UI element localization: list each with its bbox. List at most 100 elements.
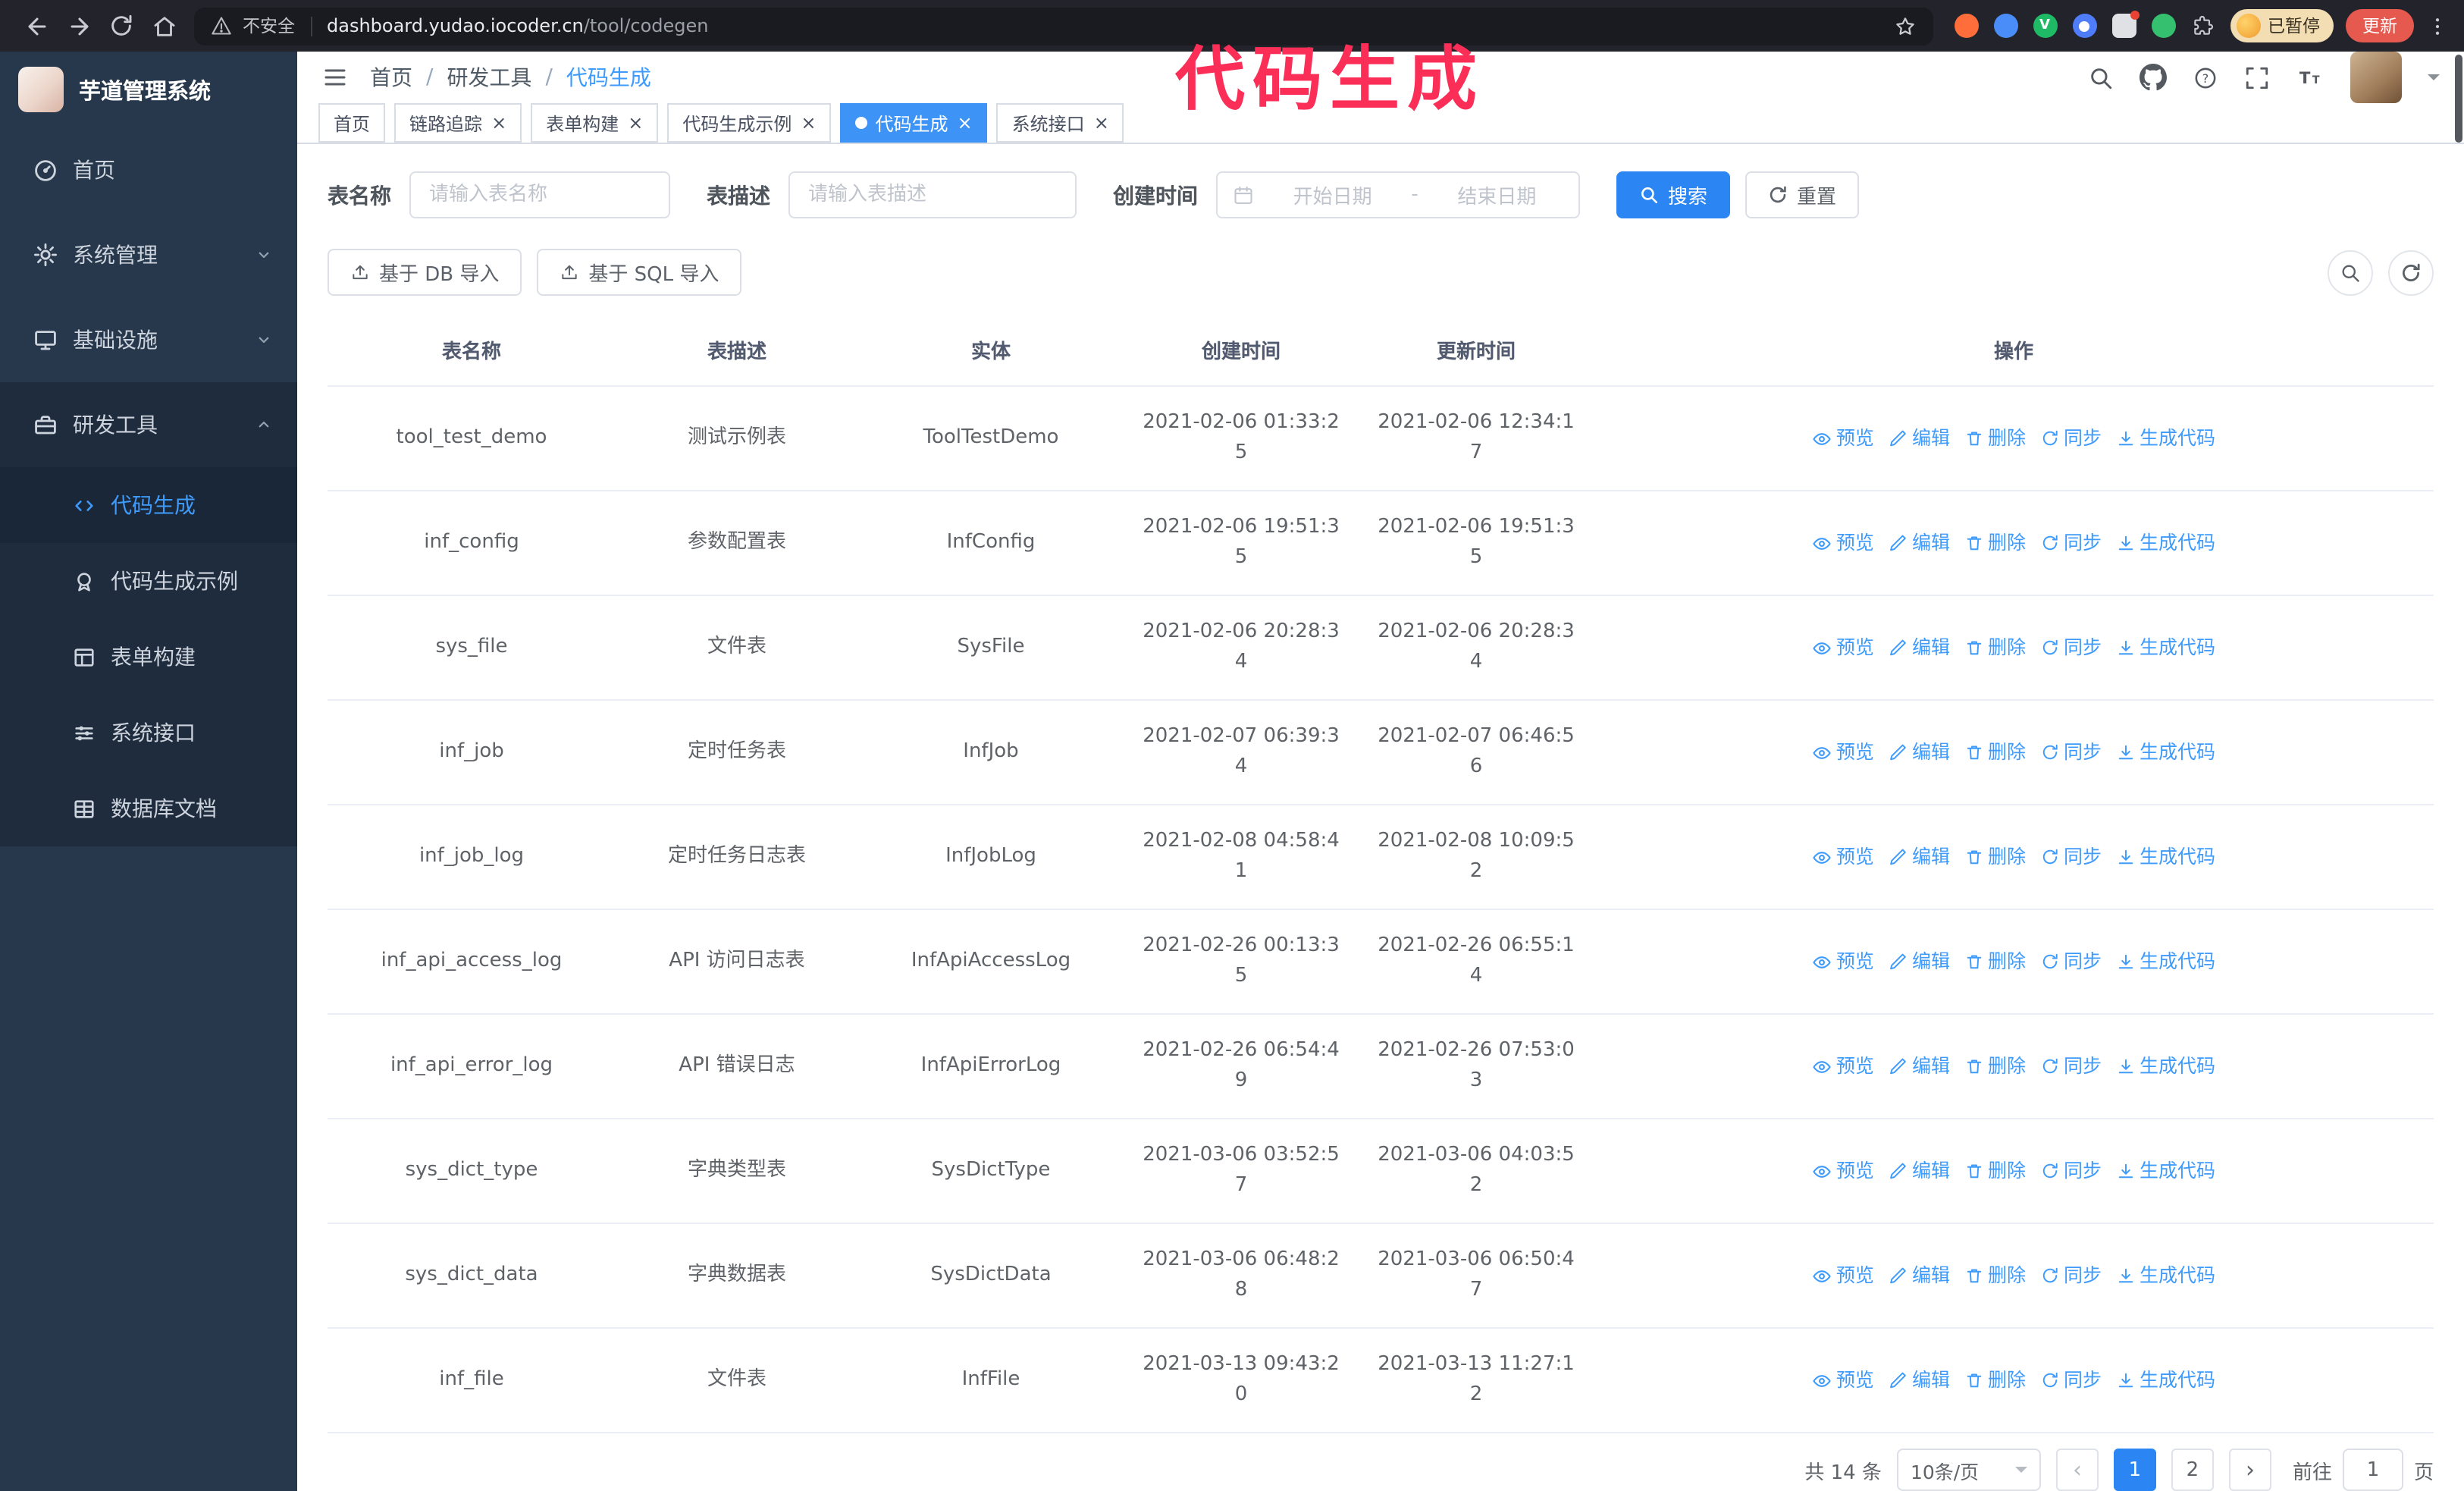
sync-link[interactable]: 同步	[2041, 1365, 2102, 1395]
preview-link[interactable]: 预览	[1812, 737, 1874, 767]
date-range-picker[interactable]: 开始日期 - 结束日期	[1216, 171, 1580, 218]
edit-link[interactable]: 编辑	[1889, 737, 1950, 767]
sync-link[interactable]: 同步	[2041, 528, 2102, 558]
page-size-select[interactable]: 10条/页	[1896, 1449, 2041, 1491]
sidebar-item-system-api[interactable]: 系统接口	[0, 695, 297, 771]
sidebar-item-infrastructure[interactable]: 基础设施	[0, 297, 297, 382]
generate-code-link[interactable]: 生成代码	[2117, 946, 2215, 977]
sidebar-item-devtools[interactable]: 研发工具	[0, 382, 297, 467]
preview-link[interactable]: 预览	[1812, 1365, 1874, 1395]
tab-tracing[interactable]: 链路追踪	[394, 103, 522, 143]
font-size-icon[interactable]: TT	[2296, 64, 2324, 90]
edit-link[interactable]: 编辑	[1889, 1156, 1950, 1186]
close-icon[interactable]	[1094, 114, 1109, 132]
delete-link[interactable]: 删除	[1965, 528, 2026, 558]
generate-code-link[interactable]: 生成代码	[2117, 1051, 2215, 1081]
edit-link[interactable]: 编辑	[1889, 632, 1950, 663]
generate-code-link[interactable]: 生成代码	[2117, 1156, 2215, 1186]
generate-code-link[interactable]: 生成代码	[2117, 1260, 2215, 1291]
github-icon[interactable]	[2140, 64, 2167, 91]
sync-link[interactable]: 同步	[2041, 842, 2102, 872]
extension-icon[interactable]	[2033, 14, 2057, 38]
sync-link[interactable]: 同步	[2041, 946, 2102, 977]
browser-menu-kebab-icon[interactable]	[2426, 14, 2449, 37]
breadcrumb-item[interactable]: 首页	[370, 62, 412, 93]
preview-link[interactable]: 预览	[1812, 1051, 1874, 1081]
edit-link[interactable]: 编辑	[1889, 528, 1950, 558]
delete-link[interactable]: 删除	[1965, 1156, 2026, 1186]
generate-code-link[interactable]: 生成代码	[2117, 1365, 2215, 1395]
extension-icon[interactable]	[2072, 14, 2096, 38]
tab-form-builder[interactable]: 表单构建	[531, 103, 659, 143]
delete-link[interactable]: 删除	[1965, 842, 2026, 872]
help-icon[interactable]: ?	[2193, 64, 2218, 90]
prev-page-button[interactable]	[2055, 1449, 2099, 1491]
delete-link[interactable]: 删除	[1965, 1260, 2026, 1291]
sync-link[interactable]: 同步	[2041, 1051, 2102, 1081]
import-sql-button[interactable]: 基于 SQL 导入	[537, 249, 742, 296]
preview-link[interactable]: 预览	[1812, 842, 1874, 872]
close-icon[interactable]	[958, 114, 973, 132]
delete-link[interactable]: 删除	[1965, 1051, 2026, 1081]
refresh-table-button[interactable]	[2388, 250, 2434, 295]
edit-link[interactable]: 编辑	[1889, 946, 1950, 977]
sidebar-item-db-docs[interactable]: 数据库文档	[0, 771, 297, 846]
edit-link[interactable]: 编辑	[1889, 1260, 1950, 1291]
close-icon[interactable]	[628, 114, 643, 132]
profile-paused-chip[interactable]: 已暂停	[2230, 9, 2334, 42]
browser-home-button[interactable]	[143, 5, 185, 47]
preview-link[interactable]: 预览	[1812, 632, 1874, 663]
toggle-search-button[interactable]	[2328, 250, 2373, 295]
page-button-1[interactable]: 1	[2113, 1449, 2156, 1491]
delete-link[interactable]: 删除	[1965, 632, 2026, 663]
bookmark-star-icon[interactable]	[1893, 14, 1916, 37]
extensions-puzzle-icon[interactable]	[2190, 14, 2215, 38]
close-icon[interactable]	[801, 114, 816, 132]
page-button-2[interactable]: 2	[2171, 1449, 2214, 1491]
preview-link[interactable]: 预览	[1812, 1156, 1874, 1186]
browser-forward-button[interactable]	[58, 5, 100, 47]
edit-link[interactable]: 编辑	[1889, 842, 1950, 872]
tab-codegen[interactable]: 代码生成	[840, 103, 988, 143]
extension-icon[interactable]	[2151, 14, 2175, 38]
sidebar-item-form-builder[interactable]: 表单构建	[0, 619, 297, 695]
user-avatar[interactable]	[2350, 52, 2402, 103]
delete-link[interactable]: 删除	[1965, 423, 2026, 454]
sync-link[interactable]: 同步	[2041, 1156, 2102, 1186]
table-desc-input[interactable]	[788, 171, 1077, 218]
edit-link[interactable]: 编辑	[1889, 1365, 1950, 1395]
browser-back-button[interactable]	[15, 5, 58, 47]
edit-link[interactable]: 编辑	[1889, 1051, 1950, 1081]
generate-code-link[interactable]: 生成代码	[2117, 423, 2215, 454]
sync-link[interactable]: 同步	[2041, 632, 2102, 663]
breadcrumb-item[interactable]: 研发工具	[447, 62, 531, 93]
extension-icon[interactable]	[1993, 14, 2017, 38]
delete-link[interactable]: 删除	[1965, 1365, 2026, 1395]
generate-code-link[interactable]: 生成代码	[2117, 737, 2215, 767]
sync-link[interactable]: 同步	[2041, 737, 2102, 767]
reset-button[interactable]: 重置	[1745, 171, 1860, 218]
delete-link[interactable]: 删除	[1965, 946, 2026, 977]
sidebar-item-codegen[interactable]: 代码生成	[0, 467, 297, 543]
sync-link[interactable]: 同步	[2041, 423, 2102, 454]
scrollbar-thumb[interactable]	[2455, 55, 2462, 143]
edit-link[interactable]: 编辑	[1889, 423, 1950, 454]
close-icon[interactable]	[491, 114, 506, 132]
sidebar-item-codegen-example[interactable]: 代码生成示例	[0, 543, 297, 619]
search-button[interactable]: 搜索	[1616, 171, 1731, 218]
preview-link[interactable]: 预览	[1812, 1260, 1874, 1291]
generate-code-link[interactable]: 生成代码	[2117, 632, 2215, 663]
header-search-icon[interactable]	[2088, 64, 2114, 90]
generate-code-link[interactable]: 生成代码	[2117, 842, 2215, 872]
next-page-button[interactable]	[2228, 1449, 2271, 1491]
sidebar-item-system[interactable]: 系统管理	[0, 212, 297, 297]
browser-update-button[interactable]: 更新	[2346, 9, 2414, 42]
sidebar-toggle-button[interactable]	[321, 64, 349, 91]
address-bar[interactable]: 不安全 dashboard.yudao.iocoder.cn/tool/code…	[194, 7, 1933, 45]
preview-link[interactable]: 预览	[1812, 946, 1874, 977]
goto-page-input[interactable]	[2342, 1449, 2403, 1491]
generate-code-link[interactable]: 生成代码	[2117, 528, 2215, 558]
tab-codegen-example[interactable]: 代码生成示例	[667, 103, 832, 143]
extension-icon[interactable]	[1954, 14, 1978, 38]
sidebar-item-home[interactable]: 首页	[0, 127, 297, 212]
